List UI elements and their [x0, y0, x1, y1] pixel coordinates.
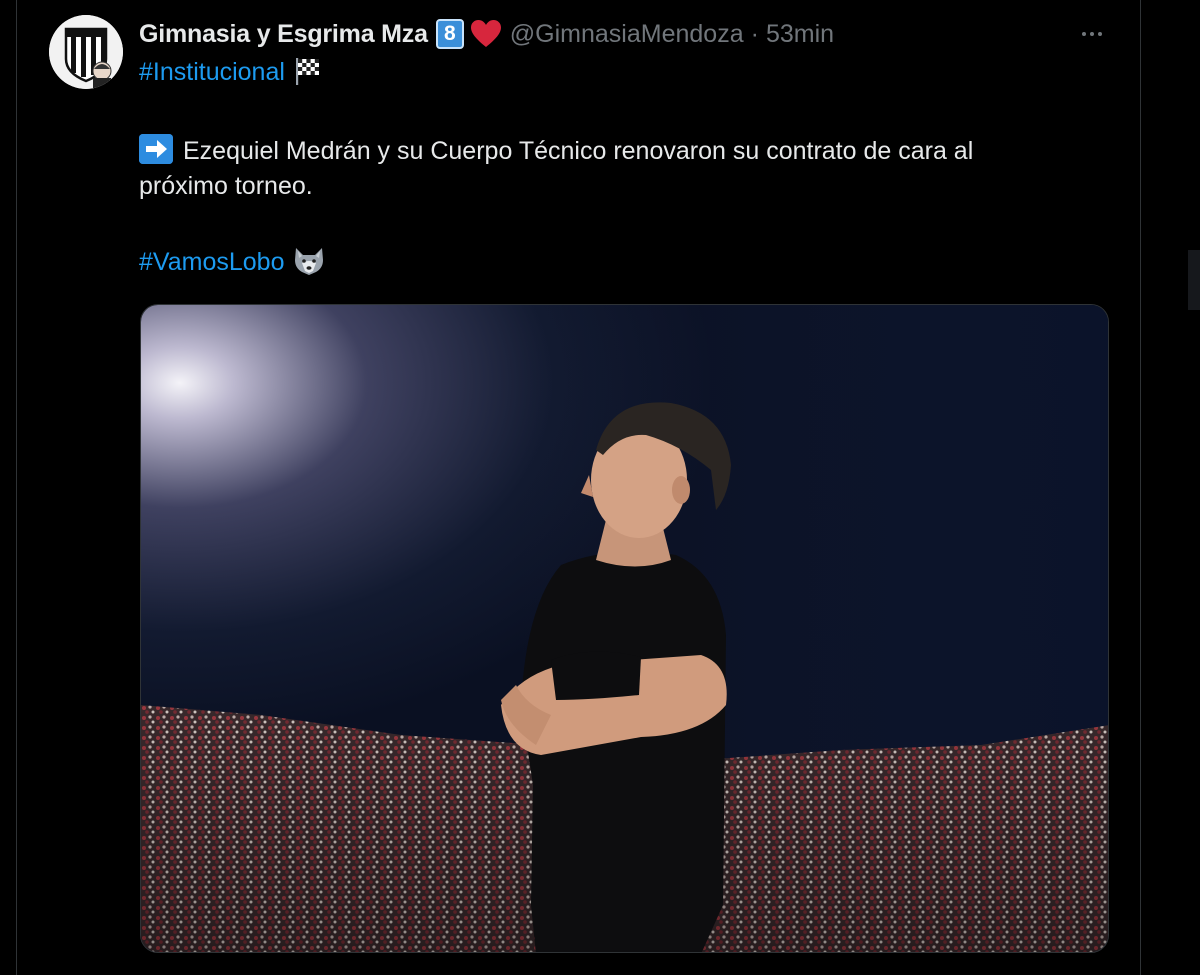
tweet-body-line-2: próximo torneo.: [139, 172, 313, 201]
right-arrow-icon: [139, 134, 173, 164]
timestamp[interactable]: 53min: [766, 20, 834, 49]
stadium-coach-photo: [141, 305, 1108, 952]
tweet-text-hashtag-line: #Institucional: [139, 56, 323, 87]
tweet-page: Gimnasia y Esgrima Mza 8 @GimnasiaMendoz…: [0, 0, 1200, 975]
club-crest-icon: [49, 15, 123, 89]
tweet-body-text-1: Ezequiel Medrán y su Cuerpo Técnico reno…: [183, 137, 974, 165]
number-badge-icon: 8: [435, 19, 464, 49]
tweet-body-text-2: próximo torneo.: [139, 172, 313, 200]
user-handle[interactable]: @GimnasiaMendoza: [510, 20, 744, 49]
edge-mark: [1188, 250, 1200, 310]
display-name[interactable]: Gimnasia y Esgrima Mza: [139, 20, 428, 49]
tweet-header: Gimnasia y Esgrima Mza 8 @GimnasiaMendoz…: [139, 14, 834, 54]
timeline-border-left: [16, 0, 17, 975]
hashtag-vamoslobo[interactable]: #VamosLobo: [139, 248, 284, 276]
tweet-media-photo[interactable]: [140, 304, 1109, 953]
hashtag-institucional[interactable]: #Institucional: [139, 58, 285, 86]
right-edge-strip: [1141, 0, 1200, 975]
separator-dot: ·: [750, 19, 759, 48]
heart-icon: [470, 19, 502, 49]
tweet-text-hashtag-line-2: #VamosLobo: [139, 246, 326, 277]
wolf-icon: [292, 246, 326, 276]
profile-avatar[interactable]: [49, 15, 123, 89]
chequered-flag-icon: [293, 56, 323, 86]
tweet-body-line-1: Ezequiel Medrán y su Cuerpo Técnico reno…: [139, 134, 973, 166]
more-options-icon[interactable]: [1072, 22, 1112, 46]
